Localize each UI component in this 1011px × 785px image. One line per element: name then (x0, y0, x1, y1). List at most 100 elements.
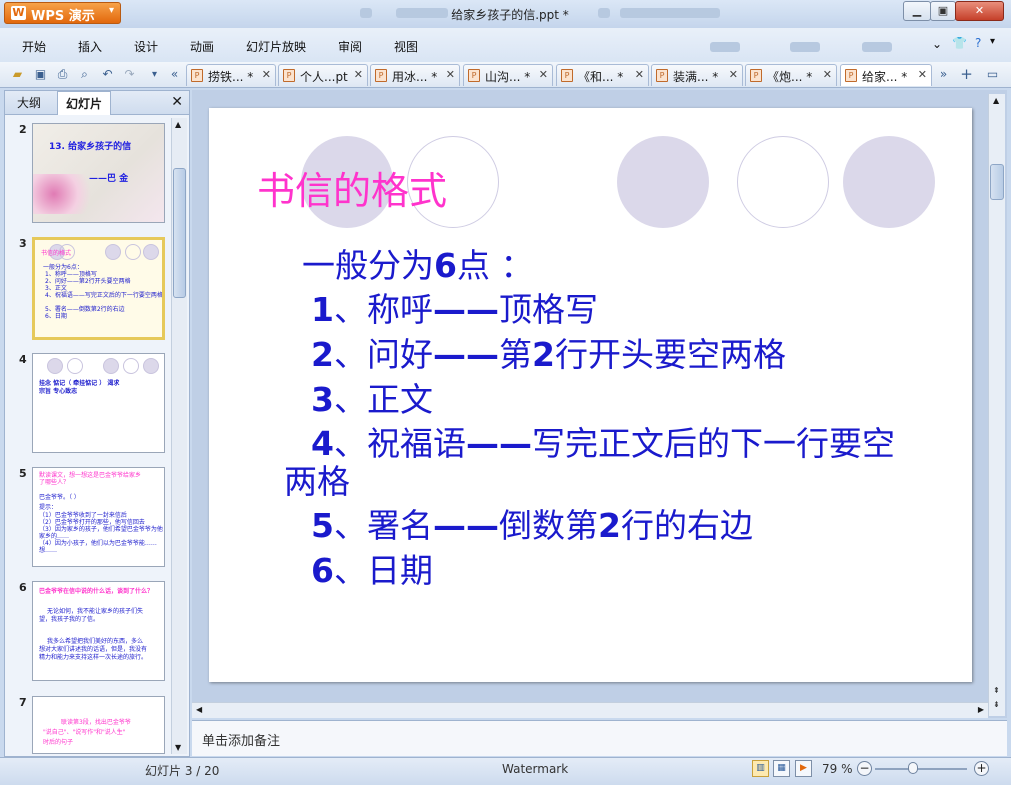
scroll-down-icon[interactable]: ▼ (175, 743, 181, 752)
editor-vertical-scrollbar[interactable]: ▲ ⇞ ⇟ (988, 94, 1005, 716)
menu-animation[interactable]: 动画 (190, 38, 214, 55)
menu-slideshow[interactable]: 幻灯片放映 (246, 38, 306, 55)
wps-app-menu-button[interactable]: W WPS 演示 ▾ (4, 2, 121, 24)
doc-tab-7[interactable]: P 《炮... * ✕ (745, 64, 837, 86)
title-bar: W WPS 演示 ▾ 给家乡孩子的信.ppt * ▁ ▣ ✕ (0, 0, 1011, 28)
thumb-text: （1）巴金爷爷收到了一封来信后 (39, 512, 127, 519)
list-item-4[interactable]: 4、祝福语——写完正文后的下一行要空 (311, 424, 895, 464)
scroll-up-icon[interactable]: ▲ (993, 96, 999, 105)
slideshow-play-icon[interactable]: ▶ (795, 760, 812, 777)
normal-view-icon[interactable]: ▥ (752, 760, 769, 777)
panel-tabs: 大纲 幻灯片 ✕ (5, 91, 189, 115)
thumb-text: 想…… (39, 547, 58, 554)
next-slide-icon[interactable]: ⇟ (993, 700, 1000, 709)
zoom-in-button[interactable]: + (974, 761, 989, 776)
ppt-file-icon: P (845, 69, 857, 82)
close-tab-icon[interactable]: ✕ (262, 68, 271, 81)
menu-home[interactable]: 开始 (22, 38, 46, 55)
close-tab-icon[interactable]: ✕ (729, 68, 738, 81)
slide-thumbnail-6[interactable]: 巴金爷爷在信中说的什么话，谈到了什么？ 无论如何，我不能让家乡的孩子们失 望，我… (32, 581, 165, 681)
intro-line[interactable]: 一般分为6点 ： (302, 246, 533, 286)
open-folder-icon[interactable]: ▰ (9, 66, 26, 83)
undo-icon[interactable]: ↶ (99, 66, 116, 83)
menu-insert[interactable]: 插入 (78, 38, 102, 55)
close-tab-icon[interactable]: ✕ (918, 68, 927, 81)
zoom-slider-thumb[interactable] (908, 762, 918, 774)
slide-thumbnail-7[interactable]: 联读第3段，找出巴金爷爷 "说自己"、"说写作"和"说人生" 时后的句子 (32, 696, 165, 754)
slide-title[interactable]: 书信的格式 (257, 160, 447, 215)
scroll-left-icon[interactable]: ◀ (196, 705, 202, 714)
panel-scrollbar[interactable]: ▲ ▼ (171, 118, 187, 754)
doc-tab-3[interactable]: P 用冰... * ✕ (370, 64, 460, 86)
slide-canvas[interactable]: 书信的格式 一般分为6点 ： 1、称呼——顶格写 2、问好——第2行开头要空两格… (209, 108, 972, 682)
tab-outline[interactable]: 大纲 (9, 91, 49, 115)
list-item-2[interactable]: 2、问好——第2行开头要空两格 (311, 335, 786, 375)
list-item-1[interactable]: 1、称呼——顶格写 (311, 290, 598, 330)
menu-review[interactable]: 审阅 (338, 38, 362, 55)
list-item-6[interactable]: 6、日期 (311, 551, 433, 591)
zoom-slider-track[interactable] (875, 768, 967, 770)
slide-thumbnail-2[interactable]: 13. 给家乡孩子的信 ——巴 金 (32, 123, 165, 223)
doc-tab-6[interactable]: P 装满... * ✕ (651, 64, 743, 86)
editor-horizontal-scrollbar[interactable]: ◀ ▶ (192, 702, 988, 718)
chevron-down-icon[interactable]: ▾ (990, 36, 995, 47)
list-item-4-wrap[interactable]: 两格 (284, 462, 350, 502)
slide-thumbnail-4[interactable]: 挂念 惦记（ 牵挂惦记 ） 渴求 宗旨 专心致志 (32, 353, 165, 453)
slide-thumbnail-5[interactable]: 默读课文，想一想这是巴金爷爷给家乡 了哪些人？ 巴金爷爷。（ ） 提示： （1）… (32, 467, 165, 567)
list-item-3[interactable]: 3、正文 (311, 380, 433, 420)
thumb-text: 1、称呼——顶格写 (45, 271, 97, 278)
help-icon[interactable]: ? (975, 36, 981, 50)
new-tab-icon[interactable]: + (958, 66, 975, 83)
print-preview-icon[interactable]: ⌕ (76, 66, 93, 83)
chevron-down-icon[interactable]: ⌄ (932, 37, 942, 51)
toolbar: ▰ ▣ ⎙ ⌕ ↶ ↷ ▾ « P 捞铁... * ✕ P 个人...pt ✕ P 用冰.… (0, 62, 1011, 88)
redo-icon[interactable]: ↷ (121, 66, 138, 83)
scroll-right-icon[interactable]: ▶ (978, 705, 984, 714)
print-icon[interactable]: ⎙ (54, 66, 71, 83)
skin-icon[interactable]: 👕 (952, 36, 967, 50)
doc-tab-8-active[interactable]: P 给家... * ✕ (840, 64, 932, 86)
save-icon[interactable]: ▣ (32, 66, 49, 83)
thumb-text: 提示： (39, 504, 58, 511)
menu-design[interactable]: 设计 (134, 38, 158, 55)
thumb-text: "说自己"、"说写作"和"说人生" (43, 729, 126, 736)
doc-tab-2[interactable]: P 个人...pt ✕ (278, 64, 368, 86)
close-tab-icon[interactable]: ✕ (446, 68, 455, 81)
thumb-text: 了哪些人？ (39, 479, 70, 486)
doc-tab-5[interactable]: P 《和... * ✕ (556, 64, 649, 86)
panel-scroll-thumb[interactable] (173, 168, 186, 298)
doc-tab-4[interactable]: P 山沟... * ✕ (463, 64, 553, 86)
minimize-button[interactable]: ▁ (903, 1, 931, 21)
tab-list-icon[interactable]: ▭ (984, 66, 1001, 83)
slide-number: 3 (19, 237, 27, 250)
menu-view[interactable]: 视图 (394, 38, 418, 55)
thumb-text: 书信的格式 (41, 250, 72, 257)
close-tab-icon[interactable]: ✕ (539, 68, 548, 81)
close-window-button[interactable]: ✕ (955, 1, 1004, 21)
maximize-button[interactable]: ▣ (930, 1, 956, 21)
previous-slide-icon[interactable]: ⇞ (993, 686, 1000, 695)
menu-bar: 开始 插入 设计 动画 幻灯片放映 审阅 视图 ⌄ 👕 ? ▾ (0, 28, 1011, 62)
tabs-scroll-left-icon[interactable]: « (166, 66, 183, 83)
decor-circle-fill (617, 136, 709, 228)
customize-icon[interactable]: ▾ (146, 66, 163, 83)
chevron-down-icon: ▾ (109, 5, 115, 16)
list-item-5[interactable]: 5、署名——倒数第2行的右边 (311, 506, 753, 546)
ppt-file-icon: P (561, 69, 573, 82)
close-tab-icon[interactable]: ✕ (635, 68, 644, 81)
slide-sorter-icon[interactable]: ▦ (773, 760, 790, 777)
tab-slides[interactable]: 幻灯片 (57, 91, 112, 115)
editor-scroll-thumb[interactable] (990, 164, 1004, 200)
doc-tab-1[interactable]: P 捞铁... * ✕ (186, 64, 276, 86)
notes-pane[interactable]: 单击添加备注 (192, 720, 1007, 756)
notes-placeholder[interactable]: 单击添加备注 (202, 730, 280, 749)
close-tab-icon[interactable]: ✕ (823, 68, 832, 81)
scroll-up-icon[interactable]: ▲ (175, 120, 181, 129)
tabs-scroll-right-icon[interactable]: » (935, 66, 952, 83)
thumb-text: 巴金爷爷在信中说的什么话，谈到了什么？ (39, 588, 154, 595)
blurred-text (862, 42, 892, 52)
slide-thumbnail-3-selected[interactable]: 书信的格式 一般分为6点： 1、称呼——顶格写 2、问好——第2行开头要空两格 … (32, 237, 165, 340)
close-panel-icon[interactable]: ✕ (171, 94, 183, 110)
close-tab-icon[interactable]: ✕ (354, 68, 363, 81)
zoom-out-button[interactable]: − (857, 761, 872, 776)
